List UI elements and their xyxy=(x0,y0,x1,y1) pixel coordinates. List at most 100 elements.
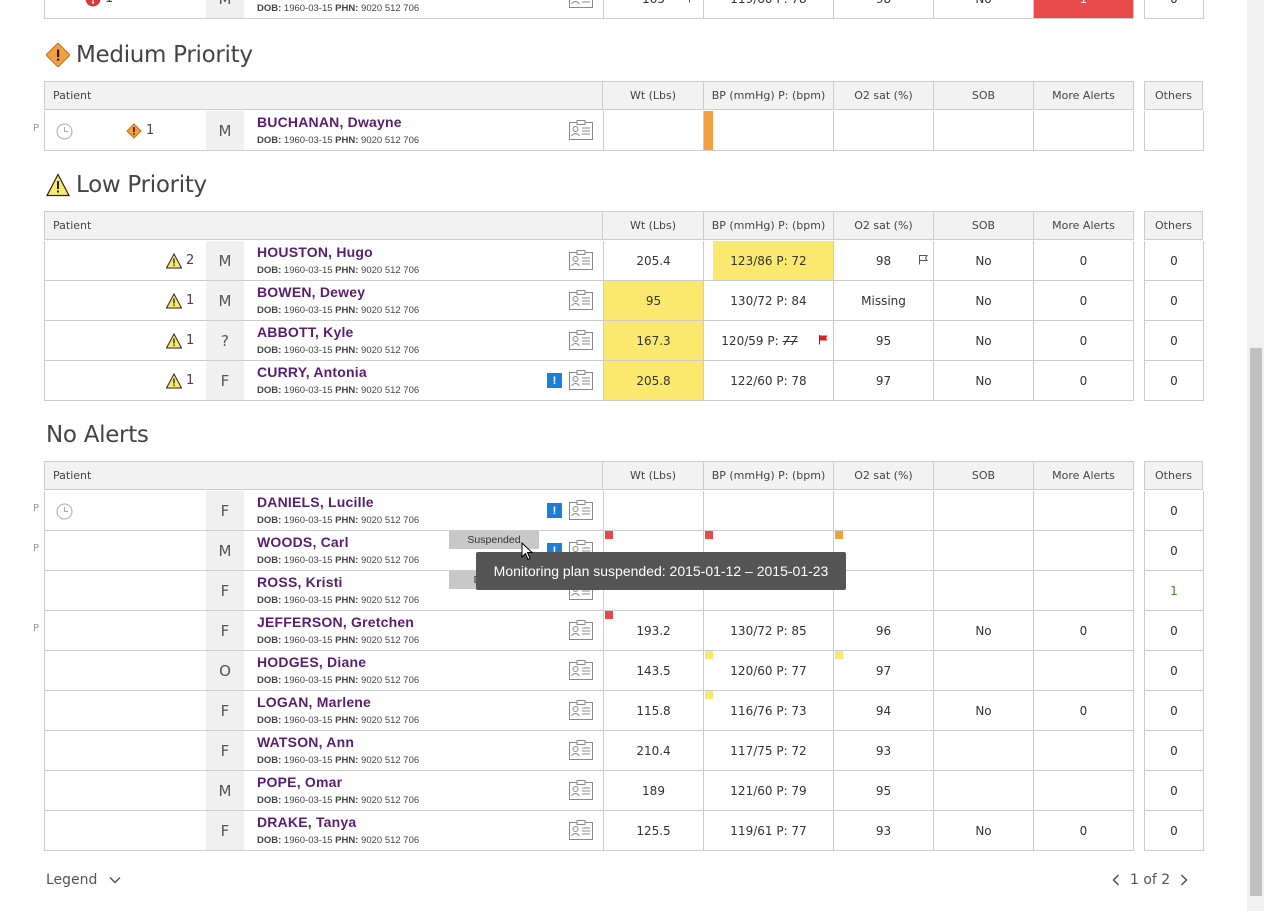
sob-cell[interactable] xyxy=(933,111,1034,151)
bp-cell[interactable]: 119/61 P: 77 xyxy=(703,811,834,851)
col-o2[interactable]: O2 sat (%) xyxy=(834,461,934,490)
table-row[interactable]: P F DANIELS, Lucille DOB: 1960-03-15 PHN: 9… xyxy=(33,491,1204,531)
patient-name[interactable]: BUCHANAN, Dwayne xyxy=(257,114,402,130)
table-row[interactable]: P F JEFFERSON, Gretchen DOB: 1960-03-15 PHN… xyxy=(33,611,1204,651)
wt-cell[interactable]: 115.8 xyxy=(603,691,704,731)
wt-cell[interactable]: 205.4 xyxy=(603,241,704,281)
col-bp[interactable]: BP (mmHg) P: (bpm) xyxy=(704,81,834,110)
o2-cell[interactable] xyxy=(833,491,934,531)
patient-name[interactable]: POPE, Omar xyxy=(257,774,342,790)
bp-cell[interactable]: 130/72 P: 84 xyxy=(703,281,834,321)
patient-card-icon[interactable] xyxy=(569,330,593,350)
more-alerts-cell[interactable] xyxy=(1033,771,1134,811)
patient-card-icon[interactable] xyxy=(569,0,593,8)
patient-card-icon[interactable] xyxy=(569,620,593,640)
patient-name[interactable]: CURRY, Antonia xyxy=(257,364,367,380)
o2-cell[interactable] xyxy=(833,571,934,611)
more-alerts-cell[interactable] xyxy=(1033,731,1134,771)
more-alerts-cell[interactable] xyxy=(1033,571,1134,611)
wt-cell[interactable]: 143.5 xyxy=(603,651,704,691)
more-alerts-cell[interactable] xyxy=(1033,111,1134,151)
patient-name[interactable]: HOUSTON, Hugo xyxy=(257,244,373,260)
sob-cell[interactable] xyxy=(933,491,1034,531)
o2-cell[interactable]: 97 xyxy=(833,361,934,401)
patient-card-icon[interactable] xyxy=(569,660,593,680)
col-bp[interactable]: BP (mmHg) P: (bpm) xyxy=(704,211,834,240)
patient-card-icon[interactable] xyxy=(569,700,593,720)
patient-card-icon[interactable] xyxy=(569,780,593,800)
others-cell[interactable]: 0 xyxy=(1144,0,1204,19)
col-patient[interactable]: Patient xyxy=(44,211,603,240)
wt-cell[interactable]: 95 xyxy=(603,281,704,321)
others-cell[interactable]: 0 xyxy=(1144,691,1204,731)
bp-cell[interactable]: 130/72 P: 85 xyxy=(703,611,834,651)
bp-cell[interactable]: 120/59 P: 77 xyxy=(703,321,834,361)
col-more-alerts[interactable]: More Alerts xyxy=(1034,211,1134,240)
o2-cell[interactable]: 95 xyxy=(833,321,934,361)
wt-cell[interactable]: 210.4 xyxy=(603,731,704,771)
sob-cell[interactable]: No xyxy=(933,281,1034,321)
more-alerts-cell[interactable] xyxy=(1033,531,1134,571)
more-alerts-cell[interactable]: 0 xyxy=(1033,691,1134,731)
col-others[interactable]: Others xyxy=(1144,461,1203,490)
table-row[interactable]: F LOGAN, Marlene DOB: 1960-03-15 PHN: 9020… xyxy=(44,691,1204,731)
others-cell[interactable]: 0 xyxy=(1144,811,1204,851)
patient-card-icon[interactable] xyxy=(569,500,593,520)
table-row[interactable]: O HODGES, Diane DOB: 1960-03-15 PHN: 9020 … xyxy=(44,651,1204,691)
more-alerts-cell[interactable]: 0 xyxy=(1033,611,1134,651)
bp-cell[interactable]: 117/75 P: 72 xyxy=(703,731,834,771)
bp-cell[interactable]: 119/60 P: 78 xyxy=(703,0,834,19)
more-alerts-cell[interactable]: 0 xyxy=(1033,321,1134,361)
col-patient[interactable]: Patient xyxy=(44,461,603,490)
table-row[interactable]: 1 F CURRY, Antonia DOB: 1960-03-15 PHN: … xyxy=(44,361,1204,401)
chevron-left-icon[interactable] xyxy=(1112,874,1120,886)
others-cell[interactable]: 0 xyxy=(1144,611,1204,651)
more-alerts-cell[interactable]: 0 xyxy=(1033,361,1134,401)
sob-cell[interactable]: No xyxy=(933,611,1034,651)
patient-card-icon[interactable] xyxy=(569,740,593,760)
wt-cell[interactable]: 167.3 xyxy=(603,321,704,361)
table-row[interactable]: 1 ? ABBOTT, Kyle DOB: 1960-03-15 PHN: 90… xyxy=(44,321,1204,361)
col-more-alerts[interactable]: More Alerts xyxy=(1034,461,1134,490)
o2-cell[interactable]: 95 xyxy=(833,771,934,811)
o2-cell[interactable]: 97 xyxy=(833,651,934,691)
others-cell[interactable]: 0 xyxy=(1144,651,1204,691)
table-row[interactable]: M POPE, Omar DOB: 1960-03-15 PHN: 9020 512… xyxy=(44,771,1204,811)
sob-cell[interactable] xyxy=(933,771,1034,811)
table-row[interactable]: P 1 M BUCHANAN, Dwayne DOB: 1960-03-15 P… xyxy=(33,111,1204,151)
others-cell[interactable]: 0 xyxy=(1144,731,1204,771)
patient-name[interactable]: LOGAN, Marlene xyxy=(257,694,371,710)
wt-cell[interactable]: 193.2 xyxy=(603,611,704,651)
o2-cell[interactable] xyxy=(833,531,934,571)
o2-cell[interactable]: 98 xyxy=(833,241,934,281)
patient-name[interactable]: ROSS, Kristi xyxy=(257,574,343,590)
sob-cell[interactable]: No xyxy=(933,691,1034,731)
col-more-alerts[interactable]: More Alerts xyxy=(1034,81,1134,110)
o2-cell[interactable] xyxy=(833,111,934,151)
others-cell[interactable]: 0 xyxy=(1144,281,1204,321)
more-alerts-cell[interactable]: 1 xyxy=(1033,0,1134,19)
bp-cell[interactable] xyxy=(703,111,834,151)
others-cell[interactable]: 0 xyxy=(1144,241,1204,281)
patient-name[interactable]: BOWEN, Dewey xyxy=(257,284,365,300)
sob-cell[interactable]: No xyxy=(933,321,1034,361)
wt-cell[interactable]: 165 xyxy=(603,0,704,19)
wt-cell[interactable]: 125.5 xyxy=(603,811,704,851)
sob-cell[interactable] xyxy=(933,731,1034,771)
col-wt[interactable]: Wt (Lbs) xyxy=(603,211,704,240)
table-row[interactable]: F DRAKE, Tanya DOB: 1960-03-15 PHN: 9020 5… xyxy=(44,811,1204,851)
table-row[interactable]: 2 M HOUSTON, Hugo DOB: 1960-03-15 PHN: 9… xyxy=(44,241,1204,281)
chevron-right-icon[interactable] xyxy=(1180,874,1188,886)
patient-card-icon[interactable] xyxy=(569,120,593,140)
legend-toggle[interactable]: Legend xyxy=(46,872,121,888)
others-cell[interactable]: 0 xyxy=(1144,531,1204,571)
col-sob[interactable]: SOB xyxy=(934,81,1034,110)
sob-cell[interactable] xyxy=(933,531,1034,571)
col-wt[interactable]: Wt (Lbs) xyxy=(603,81,704,110)
sob-cell[interactable]: No xyxy=(933,0,1034,19)
bp-cell[interactable]: 116/76 P: 73 xyxy=(703,691,834,731)
patient-name[interactable]: DRAKE, Tanya xyxy=(257,814,356,830)
col-sob[interactable]: SOB xyxy=(934,211,1034,240)
others-cell[interactable]: 0 xyxy=(1144,771,1204,811)
others-cell[interactable]: 0 xyxy=(1144,491,1204,531)
